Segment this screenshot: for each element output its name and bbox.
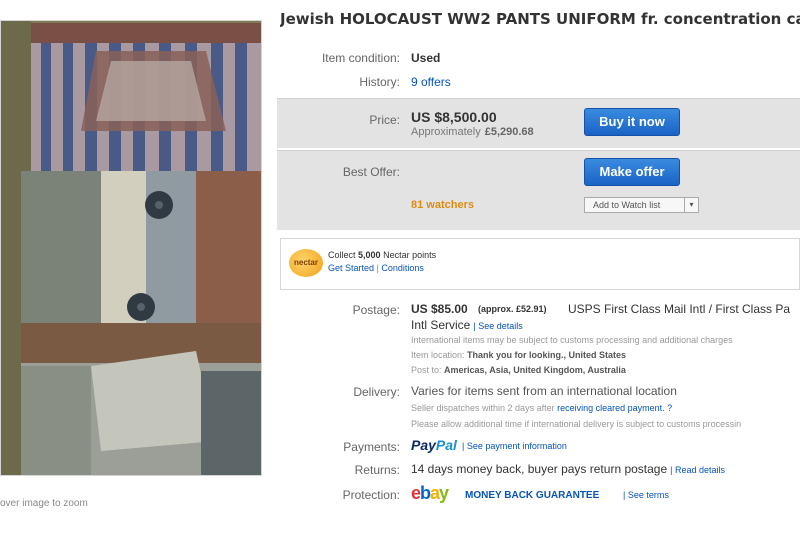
protection-label: Protection:	[342, 488, 400, 502]
ebay-logo-e: e	[411, 483, 421, 503]
nectar-promo: nectar Collect 5,000 Nectar points Get S…	[280, 238, 800, 290]
zoom-hint: over image to zoom	[0, 498, 88, 509]
price-label: Price:	[369, 113, 400, 127]
read-details-link[interactable]: | Read details	[670, 465, 725, 475]
history-offers-link[interactable]: 9 offers	[411, 75, 451, 89]
nectar-collect-prefix: Collect	[328, 250, 356, 260]
add-to-watch-list-button[interactable]: Add to Watch list ▾	[584, 197, 699, 213]
condition-value: Used	[411, 51, 441, 65]
nectar-points: 5,000	[358, 250, 381, 260]
item-location-label: Item location:	[411, 350, 465, 360]
post-to-label: Post to:	[411, 365, 442, 375]
dispatch-prefix: Seller dispatches within 2 days after	[411, 403, 555, 413]
payments-label: Payments:	[343, 440, 400, 454]
buy-it-now-button[interactable]: Buy it now	[584, 108, 680, 136]
price-approx-value: £5,290.68	[484, 126, 534, 138]
post-to: Post to: Americas, Asia, United Kingdom,…	[411, 365, 626, 375]
payment-information-link[interactable]: | See payment information	[462, 441, 567, 451]
price-amount: US $8,500.00	[411, 109, 497, 125]
listing-title: Jewish HOLOCAUST WW2 PANTS UNIFORM fr. c…	[280, 10, 800, 28]
chevron-down-icon[interactable]: ▾	[684, 198, 698, 212]
returns-value: 14 days money back, buyer pays return po…	[411, 462, 725, 476]
see-terms-link[interactable]: | See terms	[623, 490, 669, 500]
post-to-value: Americas, Asia, United Kingdom, Australi…	[444, 365, 626, 375]
paypal-logo-part2: Pal	[435, 437, 457, 453]
nectar-collect-text: Collect 5,000 Nectar points	[328, 250, 436, 260]
money-back-guarantee: MONEY BACK GUARANTEE	[465, 490, 600, 501]
cleared-payment-link[interactable]: receiving cleared payment.	[557, 403, 665, 413]
best-offer-label: Best Offer:	[342, 165, 400, 179]
condition-label: Item condition:	[321, 51, 400, 65]
watchers-count: 81 watchers	[411, 199, 474, 211]
paypal-logo-part1: Pay	[411, 437, 436, 453]
nectar-separator: |	[376, 263, 379, 273]
delivery-value: Varies for items sent from an internatio…	[411, 384, 677, 398]
postage-amount: US $85.00	[411, 302, 468, 316]
delivery-label: Delivery:	[353, 385, 400, 399]
customs-delay-note: Please allow additional time if internat…	[411, 419, 742, 429]
returns-policy-text: 14 days money back, buyer pays return po…	[411, 462, 668, 476]
dispatch-note: Seller dispatches within 2 days after re…	[411, 403, 672, 413]
see-postage-details-link[interactable]: | See details	[473, 321, 522, 331]
postage-approx: (approx. £52.91)	[478, 304, 547, 314]
postage-service-line2: Intl Service	[411, 318, 471, 332]
nectar-logo-icon: nectar	[289, 249, 323, 277]
returns-label: Returns:	[354, 463, 400, 477]
ebay-logo-icon: ebay	[411, 483, 449, 504]
history-label: History:	[359, 75, 400, 89]
customs-note: International items may be subject to cu…	[411, 335, 733, 345]
nectar-get-started-link[interactable]: Get Started	[328, 263, 374, 273]
postage-service: USPS First Class Mail Intl / First Class…	[568, 302, 791, 316]
info-icon[interactable]: ?	[667, 403, 672, 413]
postage-label: Postage:	[352, 303, 400, 317]
nectar-collect-suffix: Nectar points	[383, 250, 437, 260]
item-location: Item location: Thank you for looking., U…	[411, 350, 626, 360]
price-approx: Approximately £5,290.68	[411, 126, 534, 138]
watch-list-label: Add to Watch list	[593, 200, 661, 210]
ebay-logo-a: a	[430, 483, 440, 503]
nectar-links: Get Started | Conditions	[328, 263, 424, 273]
pants-photo-image	[1, 21, 261, 475]
make-offer-button[interactable]: Make offer	[584, 158, 680, 186]
offer-panel	[277, 150, 800, 230]
ebay-logo-y: y	[439, 483, 449, 503]
item-location-value: Thank you for looking., United States	[467, 350, 627, 360]
paypal-logo-icon: PayPal	[411, 437, 457, 453]
nectar-conditions-link[interactable]: Conditions	[381, 263, 424, 273]
price-approx-label: Approximately	[411, 126, 481, 138]
item-photo[interactable]	[0, 20, 262, 476]
ebay-logo-b: b	[420, 483, 431, 503]
postage-service-cont: Intl Service | See details	[411, 318, 523, 332]
